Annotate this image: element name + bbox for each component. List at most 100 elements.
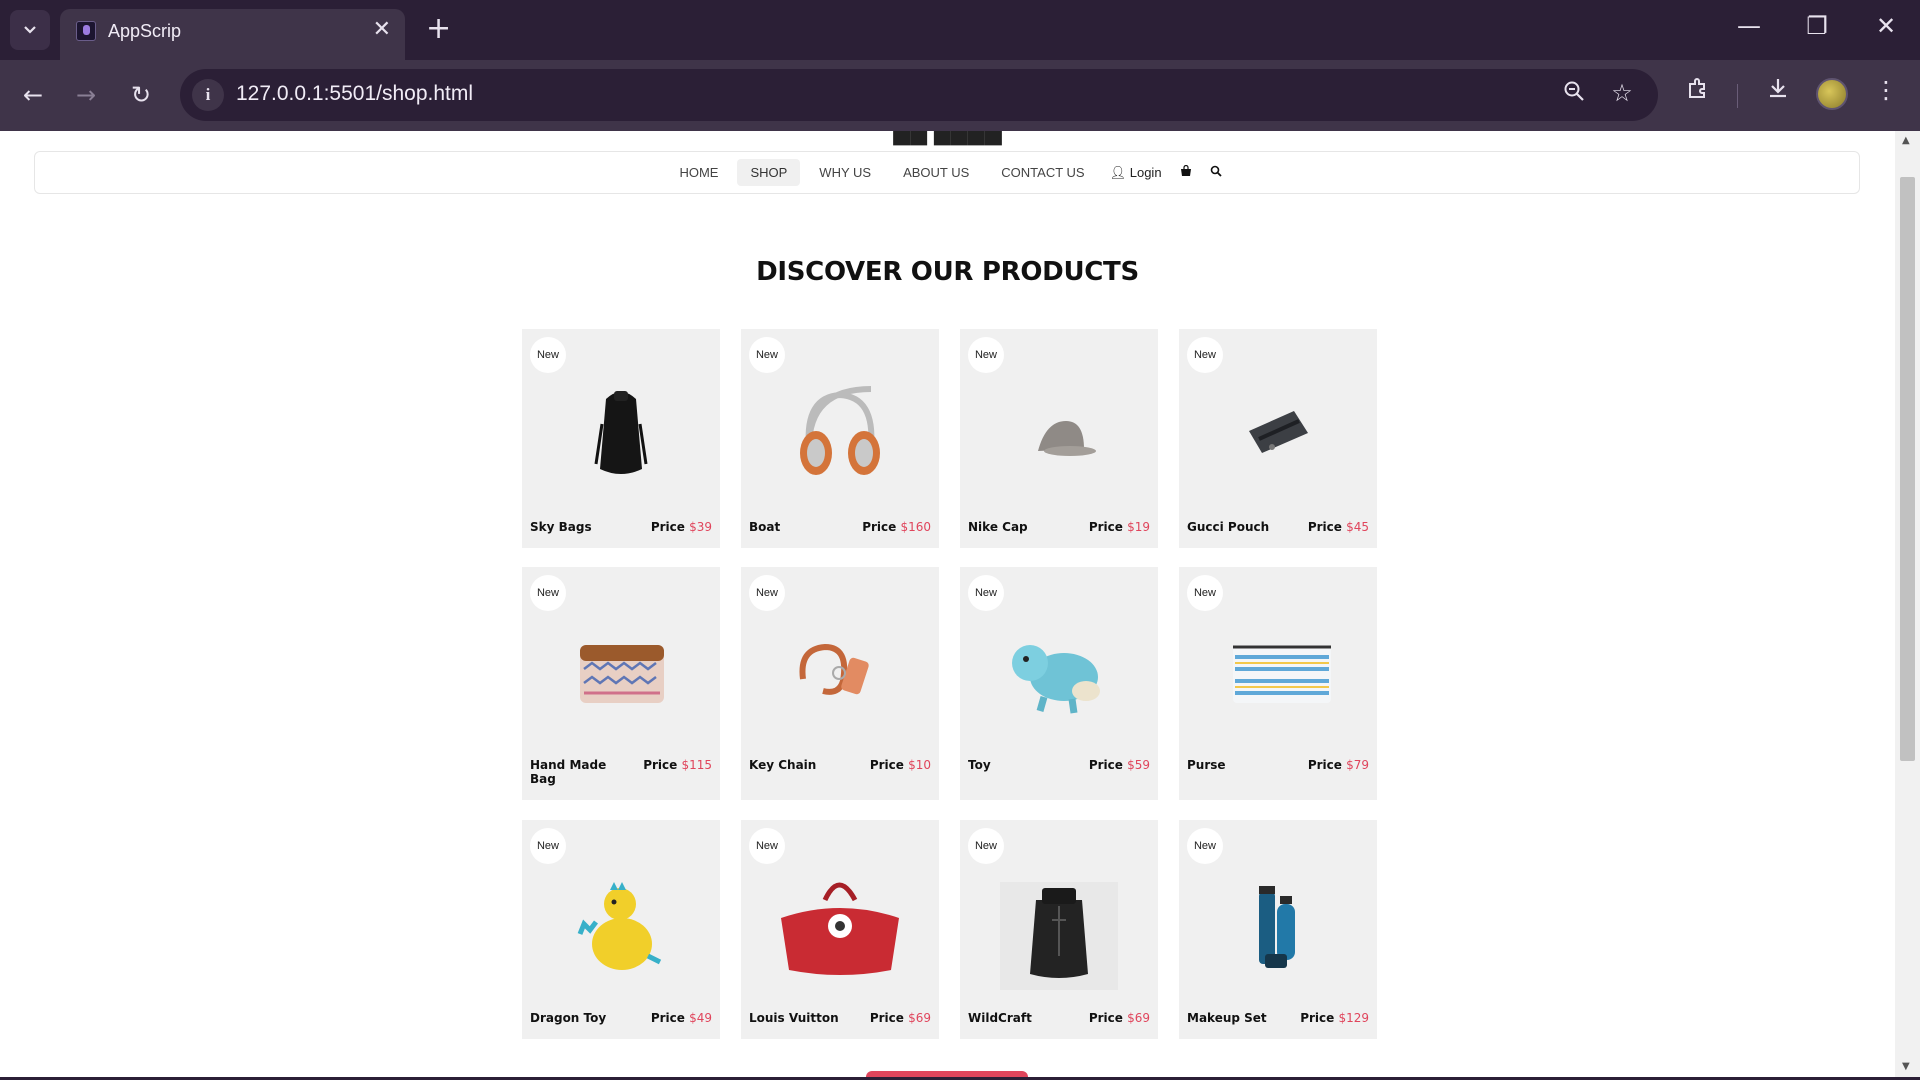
download-icon[interactable] xyxy=(1760,76,1796,106)
new-badge: New xyxy=(968,337,1004,373)
nav-why-us[interactable]: WHY US xyxy=(806,159,884,186)
product-price: Price $10 xyxy=(870,758,931,772)
product-image[interactable] xyxy=(522,369,720,499)
new-tab-button[interactable]: + xyxy=(426,14,451,44)
price-label: Price xyxy=(869,758,904,772)
back-icon[interactable]: ← xyxy=(16,78,50,112)
browser-toolbar: ← → ↻ i 127.0.0.1:5501/shop.html ☆ ⋮ xyxy=(0,60,1920,131)
product-card[interactable]: New Key Chain Price $10 xyxy=(741,567,939,800)
address-bar[interactable]: i 127.0.0.1:5501/shop.html ☆ xyxy=(180,69,1658,121)
product-name: Sky Bags xyxy=(530,520,592,534)
product-card[interactable]: New Hand Made Bag Price $115 xyxy=(522,567,720,800)
product-price: Price $129 xyxy=(1300,1011,1369,1025)
new-badge: New xyxy=(530,828,566,864)
profile-avatar[interactable] xyxy=(1816,78,1848,110)
price-label: Price xyxy=(1307,758,1342,772)
product-name: Purse xyxy=(1187,758,1226,772)
favicon-icon xyxy=(76,21,96,41)
new-badge: New xyxy=(749,575,785,611)
product-image[interactable] xyxy=(1179,607,1377,737)
price-label: Price xyxy=(1300,1011,1335,1025)
price-label: Price xyxy=(1307,520,1342,534)
price-amount: $49 xyxy=(689,1011,712,1025)
product-image[interactable] xyxy=(960,860,1158,992)
product-price: Price $59 xyxy=(1089,758,1150,772)
extensions-icon[interactable] xyxy=(1680,76,1716,106)
reload-icon[interactable]: ↻ xyxy=(124,78,158,112)
nav-home[interactable]: HOME xyxy=(666,159,731,186)
zoom-icon[interactable] xyxy=(1558,79,1590,109)
product-card[interactable]: New Sky Bags Price $39 xyxy=(522,329,720,548)
new-badge: New xyxy=(1187,575,1223,611)
search-icon[interactable] xyxy=(1204,159,1228,187)
product-card[interactable]: New Purse Price $79 xyxy=(1179,567,1377,800)
price-amount: $39 xyxy=(689,520,712,534)
nav-contact-us[interactable]: CONTACT US xyxy=(988,159,1097,186)
product-price: Price $160 xyxy=(862,520,931,534)
page-heading: DISCOVER OUR PRODUCTS xyxy=(756,257,1139,287)
nav-about-us[interactable]: ABOUT US xyxy=(890,159,982,186)
browser-tab[interactable]: AppScrip ✕ xyxy=(60,9,405,60)
product-image[interactable] xyxy=(741,607,939,737)
price-amount: $59 xyxy=(1127,758,1150,772)
site-info-icon[interactable]: i xyxy=(192,79,224,111)
product-card[interactable]: New Nike Cap Price $19 xyxy=(960,329,1158,548)
product-card[interactable]: New WildCraft Price $69 xyxy=(960,820,1158,1039)
page-scrollbar[interactable]: ▲ ▼ xyxy=(1895,131,1920,1080)
browser-tab-bar: AppScrip ✕ + — ❐ ✕ xyxy=(0,0,1920,60)
price-label: Price xyxy=(869,1011,904,1025)
menu-icon[interactable]: ⋮ xyxy=(1868,76,1904,104)
product-name: Nike Cap xyxy=(968,520,1028,534)
product-image[interactable] xyxy=(741,369,939,499)
product-card[interactable]: New Toy Price $59 xyxy=(960,567,1158,800)
new-badge: New xyxy=(968,828,1004,864)
url-text[interactable]: 127.0.0.1:5501/shop.html xyxy=(236,82,473,106)
product-name: Hand Made Bag xyxy=(530,758,607,786)
price-label: Price xyxy=(1088,520,1123,534)
product-image[interactable] xyxy=(741,860,939,990)
price-label: Price xyxy=(1088,758,1123,772)
cart-bag-icon[interactable] xyxy=(1174,159,1198,187)
product-name: Key Chain xyxy=(749,758,817,772)
product-name: WildCraft xyxy=(968,1011,1032,1025)
product-image[interactable] xyxy=(522,607,720,737)
product-card[interactable]: New Louis Vuitton Price $69 xyxy=(741,820,939,1039)
scroll-up-icon[interactable]: ▲ xyxy=(1902,135,1910,146)
new-badge: New xyxy=(530,337,566,373)
new-badge: New xyxy=(530,575,566,611)
price-label: Price xyxy=(1088,1011,1123,1025)
price-amount: $10 xyxy=(908,758,931,772)
bookmark-star-icon[interactable]: ☆ xyxy=(1606,79,1638,107)
forward-icon[interactable]: → xyxy=(69,78,103,112)
price-amount: $45 xyxy=(1346,520,1369,534)
new-badge: New xyxy=(1187,337,1223,373)
product-image[interactable] xyxy=(960,607,1158,737)
new-badge: New xyxy=(968,575,1004,611)
login-label: Login xyxy=(1129,164,1162,180)
restore-icon[interactable]: ❐ xyxy=(1797,12,1837,40)
minimize-icon[interactable]: — xyxy=(1729,12,1769,40)
product-image[interactable] xyxy=(960,369,1158,499)
new-badge: New xyxy=(1187,828,1223,864)
product-image[interactable] xyxy=(522,860,720,990)
scroll-down-icon[interactable]: ▼ xyxy=(1902,1061,1910,1072)
close-tab-icon[interactable]: ✕ xyxy=(373,17,391,42)
price-label: Price xyxy=(650,520,685,534)
tab-search-button[interactable] xyxy=(10,10,50,50)
scrollbar-thumb[interactable] xyxy=(1900,177,1915,761)
new-badge: New xyxy=(749,337,785,373)
login-link[interactable]: 👤︎ Login xyxy=(1104,159,1168,187)
product-image[interactable] xyxy=(1179,860,1377,990)
close-window-icon[interactable]: ✕ xyxy=(1866,12,1906,40)
product-card[interactable]: New Boat Price $160 xyxy=(741,329,939,548)
product-name: Dragon Toy xyxy=(530,1011,607,1025)
product-image[interactable] xyxy=(1179,369,1377,499)
product-card[interactable]: New Dragon Toy Price $49 xyxy=(522,820,720,1039)
chevron-down-icon xyxy=(24,26,36,34)
product-card[interactable]: New Makeup Set Price $129 xyxy=(1179,820,1377,1039)
product-name: Boat xyxy=(749,520,781,534)
product-card[interactable]: New Gucci Pouch Price $45 xyxy=(1179,329,1377,548)
main-navbar: HOME SHOP WHY US ABOUT US CONTACT US 👤︎ … xyxy=(34,151,1860,194)
product-name: Louis Vuitton xyxy=(749,1011,839,1025)
nav-shop[interactable]: SHOP xyxy=(737,159,801,186)
